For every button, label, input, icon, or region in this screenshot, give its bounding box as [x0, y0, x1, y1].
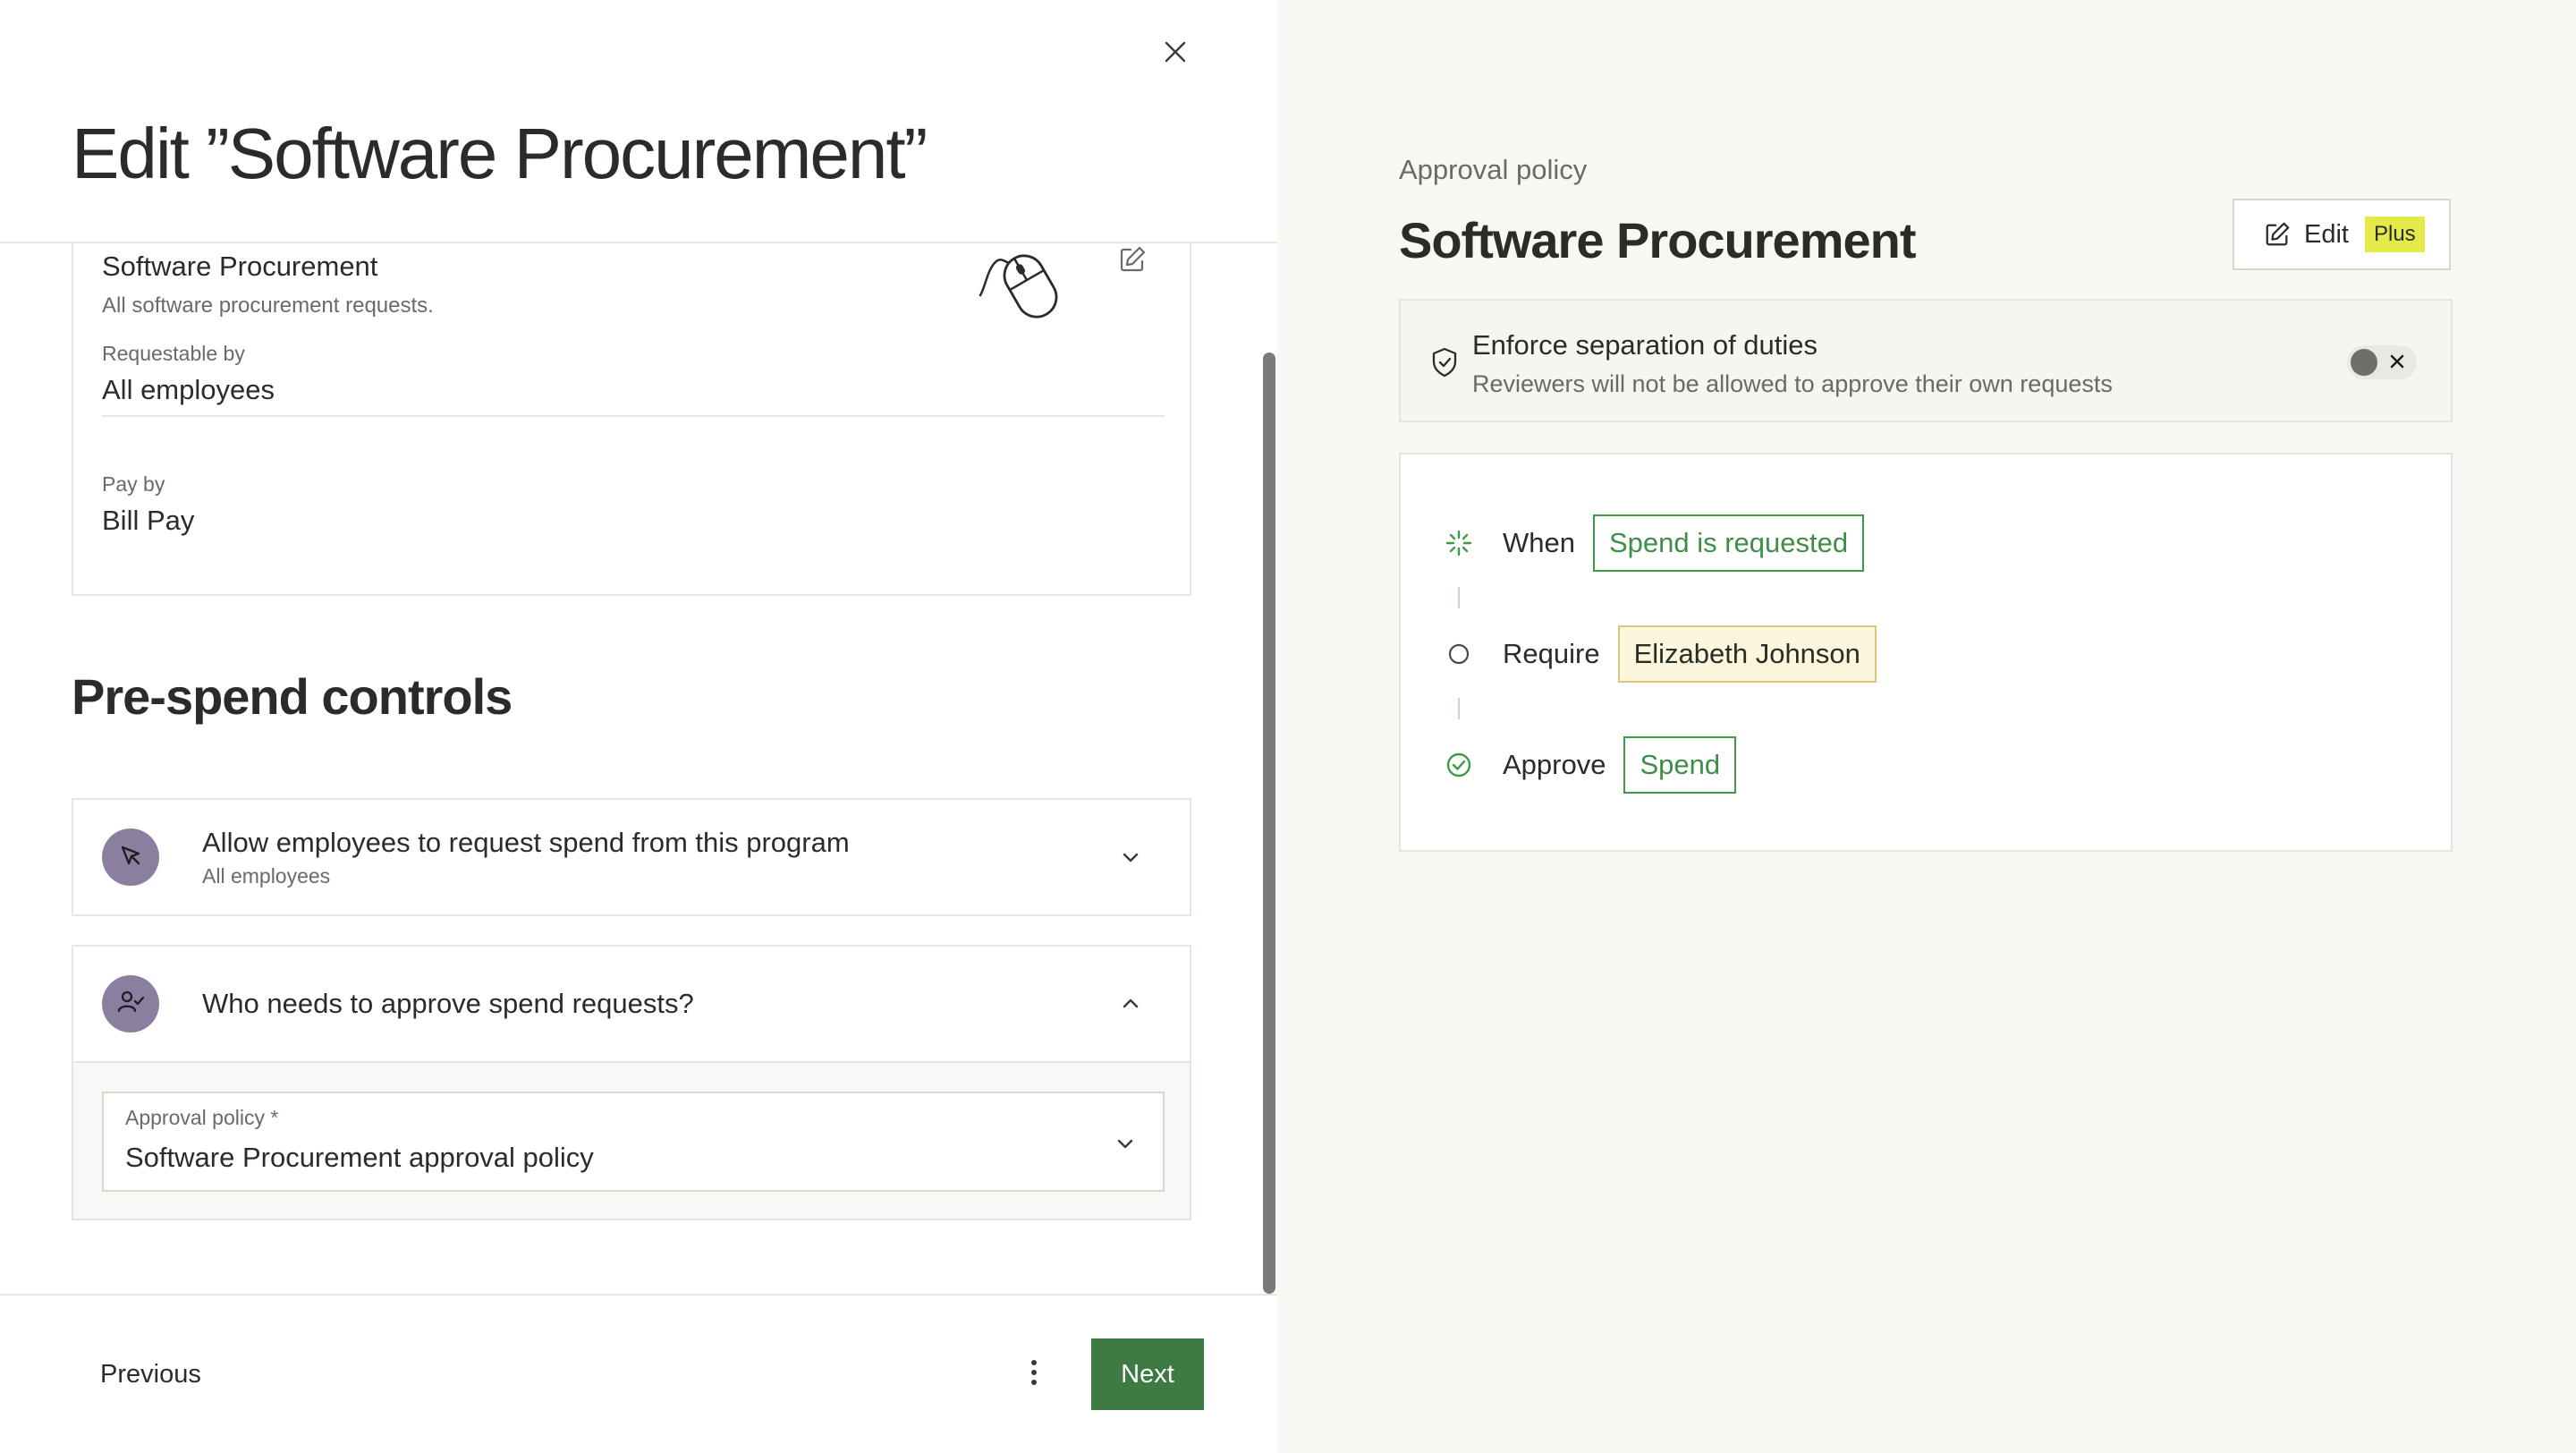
flow-trigger-tag: Spend is requested: [1592, 514, 1865, 572]
approval-policy-label: Approval policy *: [125, 1106, 279, 1129]
cursor-icon: [117, 842, 144, 873]
more-options-button[interactable]: [1016, 1351, 1052, 1398]
policy-title: Software Procurement: [1399, 212, 1916, 268]
close-icon: [1164, 40, 1187, 68]
edit-details-button[interactable]: [1114, 243, 1150, 279]
separation-of-duties-title: Enforce separation of duties: [1472, 329, 1818, 361]
next-button[interactable]: Next: [1091, 1338, 1204, 1410]
allow-request-title: Allow employees to request spend from th…: [202, 827, 850, 858]
edit-policy-button[interactable]: Edit Plus: [2233, 199, 2451, 270]
requestable-by-label: Requestable by: [102, 342, 245, 365]
approvers-accordion-body: Approval policy * Software Procurement a…: [73, 1061, 1190, 1219]
separation-of-duties-subtitle: Reviewers will not be allowed to approve…: [1472, 370, 2113, 397]
page-title: Edit ”Software Procurement”: [72, 114, 928, 193]
pay-by-value: Bill Pay: [102, 505, 195, 536]
separation-of-duties-card: Enforce separation of duties Reviewers w…: [1399, 299, 2453, 422]
spinner-icon: [1444, 528, 1474, 558]
approvers-title: Who needs to approve spend requests?: [202, 988, 694, 1019]
toggle-knob: [2351, 349, 2377, 376]
form-scroll-area[interactable]: Software Procurement All software procur…: [0, 243, 1263, 1294]
flow-connector: [1458, 698, 1460, 719]
allow-request-accordion: Allow employees to request spend from th…: [72, 798, 1191, 916]
details-divider: [102, 415, 1165, 417]
allow-request-subtitle: All employees: [202, 864, 331, 888]
pencil-square-icon: [2263, 220, 2292, 249]
footer-divider: [0, 1294, 1277, 1296]
program-details-card: Software Procurement All software procur…: [72, 243, 1191, 596]
flow-outcome-tag: Spend: [1623, 736, 1737, 794]
approval-flow-card: When Spend is requested Require Elizabet…: [1399, 453, 2453, 852]
requestable-by-value: All employees: [102, 374, 275, 405]
avatar: [102, 975, 159, 1032]
program-name: Software Procurement: [102, 251, 378, 282]
user-check-icon: [116, 988, 145, 1021]
flow-connector: [1458, 587, 1460, 608]
close-button[interactable]: [1157, 36, 1193, 72]
separation-of-duties-toggle[interactable]: [2347, 345, 2417, 379]
approvers-accordion-header[interactable]: Who needs to approve spend requests?: [73, 947, 1190, 1061]
chevron-down-icon: [1109, 1127, 1141, 1160]
previous-button[interactable]: Previous: [82, 1333, 219, 1415]
pre-spend-controls-title: Pre-spend controls: [72, 668, 513, 725]
computer-mouse-illustration: [977, 243, 1075, 322]
approval-policy-value: Software Procurement approval policy: [125, 1142, 594, 1173]
policy-eyebrow: Approval policy: [1399, 154, 1588, 185]
scrollbar-thumb[interactable]: [1263, 353, 1275, 1294]
allow-request-accordion-header[interactable]: Allow employees to request spend from th…: [73, 800, 1190, 914]
x-icon: [2386, 351, 2408, 372]
approvers-accordion: Who needs to approve spend requests? App…: [72, 945, 1191, 1220]
flow-step-when: When Spend is requested: [1444, 512, 1865, 574]
more-vertical-icon: [1030, 1359, 1038, 1390]
flow-verb: Approve: [1503, 749, 1606, 780]
circle-icon: [1444, 639, 1474, 669]
flow-step-require: Require Elizabeth Johnson: [1444, 623, 1877, 685]
shield-check-icon: [1429, 345, 1460, 379]
check-circle-icon: [1444, 750, 1474, 780]
chevron-down-icon: [1114, 841, 1147, 873]
edit-policy-label: Edit: [2304, 219, 2349, 249]
edit-program-panel: Edit ”Software Procurement” Software Pro…: [0, 0, 1277, 1453]
flow-step-approve: Approve Spend: [1444, 734, 1737, 796]
flow-verb: When: [1503, 527, 1575, 558]
flow-reviewer-tag: Elizabeth Johnson: [1617, 625, 1877, 683]
program-description: All software procurement requests.: [102, 293, 434, 318]
approval-policy-select[interactable]: Approval policy * Software Procurement a…: [102, 1092, 1165, 1192]
flow-verb: Require: [1503, 638, 1600, 669]
pencil-square-icon: [1118, 245, 1147, 278]
plus-badge: Plus: [2364, 217, 2425, 252]
approval-policy-preview-panel: Approval policy Software Procurement Edi…: [1277, 0, 2576, 1453]
chevron-up-icon: [1114, 988, 1147, 1020]
pay-by-label: Pay by: [102, 472, 165, 496]
avatar: [102, 828, 159, 886]
